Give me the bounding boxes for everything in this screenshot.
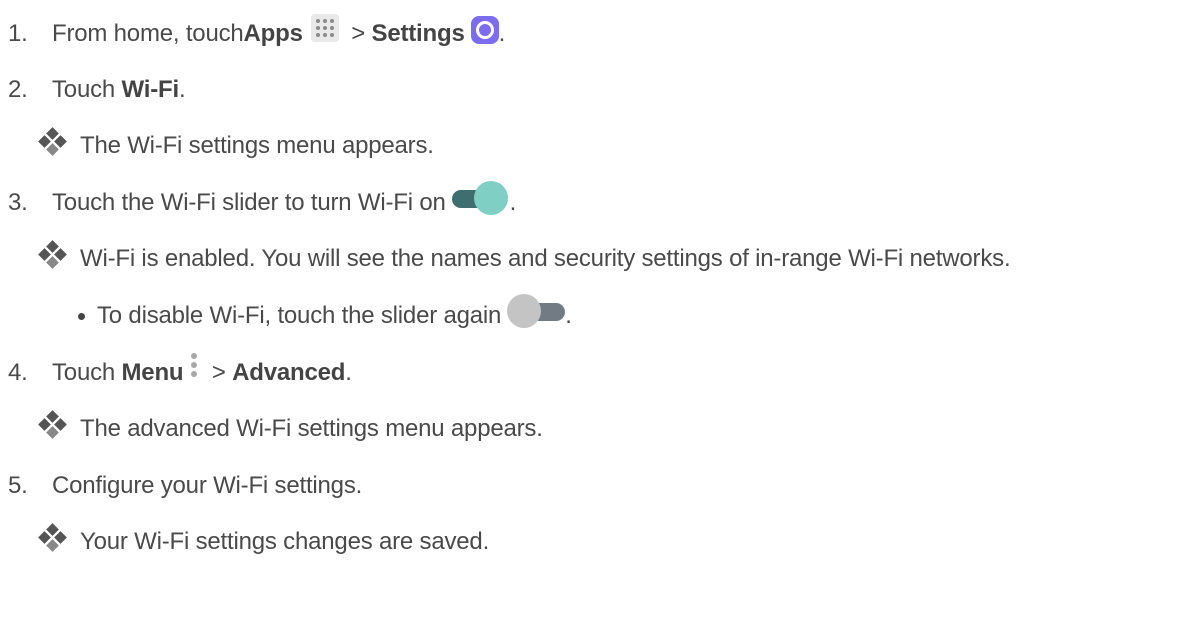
step-end: . (498, 20, 506, 47)
step-number: 1. (8, 20, 28, 47)
result-text: The advanced Wi-Fi settings menu appears… (80, 415, 543, 442)
step-text: From home, touch (52, 20, 244, 47)
toggle-on-icon (451, 181, 510, 217)
step-text: Touch (52, 359, 122, 386)
step-3: 3. Touch the Wi-Fi slider to turn Wi-Fi … (0, 181, 517, 223)
result-2: Wi-Fi is enabled. You will see the names… (38, 239, 1011, 279)
toggle-off-icon (507, 294, 566, 330)
apps-grid-icon (310, 14, 339, 42)
menu-label: Menu (121, 359, 184, 386)
result-1: The Wi-Fi settings menu appears. (38, 126, 434, 166)
step-5: 5. Configure your Wi-Fi settings. (0, 466, 362, 506)
bullet-disable-wifi: To disable Wi-Fi, touch the slider again… (78, 294, 572, 336)
step-end: . (565, 302, 572, 329)
step-number: 5. (8, 472, 28, 499)
result-3: The advanced Wi-Fi settings menu appears… (38, 409, 543, 449)
result-4: Your Wi-Fi settings changes are saved. (38, 522, 490, 562)
step-text: Touch (52, 76, 122, 103)
step-1: 1. From home, touch Apps > Settings . (0, 14, 505, 54)
more-vertical-icon (191, 353, 198, 377)
step-2: 2. Touch Wi-Fi . (0, 70, 186, 110)
step-text: Configure your Wi-Fi settings. (52, 472, 363, 499)
four-diamond-icon (38, 240, 67, 269)
step-end: . (509, 189, 517, 216)
four-diamond-icon (38, 410, 67, 439)
result-text: Wi-Fi is enabled. You will see the names… (80, 245, 1011, 272)
settings-gear-icon (470, 16, 499, 44)
four-diamond-icon (38, 127, 67, 156)
step-number: 4. (8, 359, 28, 386)
step-end: . (345, 359, 352, 386)
separator: > (205, 359, 233, 386)
step-4: 4. Touch Menu > Advanced . (0, 353, 352, 393)
step-text: Touch the Wi-Fi slider to turn Wi-Fi on (52, 189, 446, 216)
settings-label: Settings (371, 20, 465, 47)
step-number: 3. (8, 189, 28, 216)
step-end: . (178, 76, 186, 103)
bullet-dot (78, 312, 85, 320)
four-diamond-icon (38, 523, 67, 552)
step-number: 2. (8, 76, 28, 103)
wifi-label: Wi-Fi (121, 76, 180, 103)
bullet-text: To disable Wi-Fi, touch the slider again (97, 302, 502, 329)
separator: > (344, 20, 372, 47)
advanced-label: Advanced (232, 359, 346, 386)
apps-label: Apps (243, 20, 303, 47)
result-text: Your Wi-Fi settings changes are saved. (80, 528, 490, 555)
result-text: The Wi-Fi settings menu appears. (80, 132, 434, 159)
